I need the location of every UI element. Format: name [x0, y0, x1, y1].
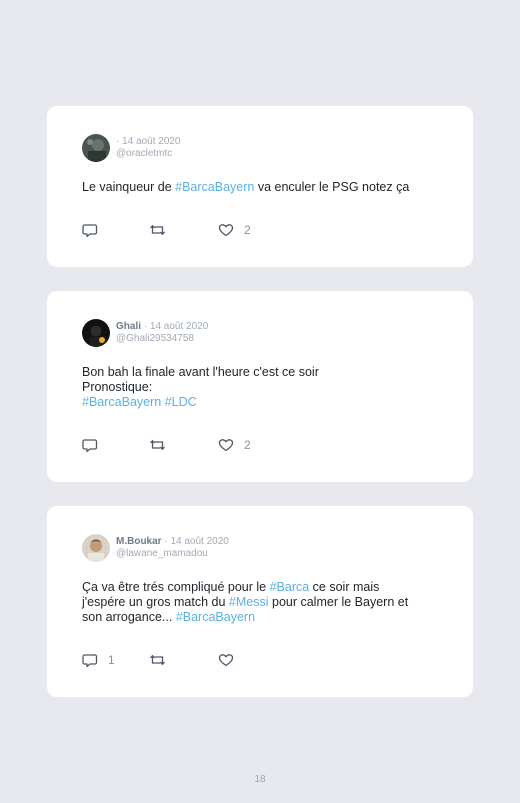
tweet-header: Ghali · 14 août 2020 @Ghali29534758: [82, 318, 208, 348]
retweet-button[interactable]: [149, 437, 218, 453]
retweet-button[interactable]: [149, 652, 218, 668]
avatar[interactable]: [82, 534, 110, 562]
hashtag-link[interactable]: #Barca: [270, 580, 310, 594]
hashtag-link[interactable]: #LDC: [165, 395, 197, 409]
tweet-card: · 14 août 2020 @oracletmtc Le vainqueur …: [47, 106, 473, 267]
reply-icon: [82, 439, 98, 453]
tweet-text: Ça va être trés compliqué pour le #Barca…: [82, 580, 409, 624]
tweet-card: M.Boukar · 14 août 2020 @lawane_mamadou …: [47, 506, 473, 697]
retweet-button[interactable]: [149, 222, 218, 238]
like-button[interactable]: 2: [218, 437, 251, 453]
reply-count: 1: [108, 653, 115, 667]
avatar[interactable]: [82, 319, 110, 347]
reply-button[interactable]: [82, 437, 149, 453]
heart-icon: [218, 224, 234, 237]
retweet-icon: [150, 439, 165, 451]
like-count: 2: [244, 438, 251, 452]
hashtag-link[interactable]: #BarcaBayern: [175, 180, 254, 194]
retweet-icon: [150, 224, 165, 236]
tweet-text: Bon bah la finale avant l'heure c'est ce…: [82, 365, 319, 409]
tweet-text: Le vainqueur de #BarcaBayern va enculer …: [82, 180, 410, 194]
like-button[interactable]: 2: [218, 222, 251, 238]
tweet-header: · 14 août 2020 @oracletmtc: [82, 133, 181, 163]
tweet-date: · 14 août 2020: [164, 536, 229, 547]
heart-icon: [218, 439, 234, 452]
reply-button[interactable]: [82, 222, 149, 238]
hashtag-link[interactable]: #Messi: [229, 595, 269, 609]
reply-icon: [82, 224, 98, 238]
user-handle[interactable]: @lawane_mamadou: [116, 548, 229, 560]
retweet-icon: [150, 654, 165, 666]
heart-icon: [218, 654, 234, 667]
user-handle[interactable]: @Ghali29534758: [116, 333, 208, 345]
hashtag-link[interactable]: #BarcaBayern: [176, 610, 255, 624]
avatar[interactable]: [82, 134, 110, 162]
like-count: 2: [244, 223, 251, 237]
tweet-actions: 2: [82, 222, 251, 238]
hashtag-link[interactable]: #BarcaBayern: [82, 395, 161, 409]
user-name[interactable]: Ghali: [116, 321, 141, 332]
like-button[interactable]: [218, 652, 244, 668]
reply-icon: [82, 654, 98, 668]
tweet-actions: 1: [82, 652, 244, 668]
tweet-card: Ghali · 14 août 2020 @Ghali29534758 Bon …: [47, 291, 473, 482]
reply-button[interactable]: 1: [82, 652, 149, 668]
user-name[interactable]: M.Boukar: [116, 536, 162, 547]
tweet-date: · 14 août 2020: [143, 321, 209, 332]
page-number: 18: [254, 774, 266, 785]
tweet-header: M.Boukar · 14 août 2020 @lawane_mamadou: [82, 533, 229, 563]
tweet-date: · 14 août 2020: [116, 136, 181, 147]
user-handle[interactable]: @oracletmtc: [116, 148, 181, 160]
tweet-actions: 2: [82, 437, 251, 453]
